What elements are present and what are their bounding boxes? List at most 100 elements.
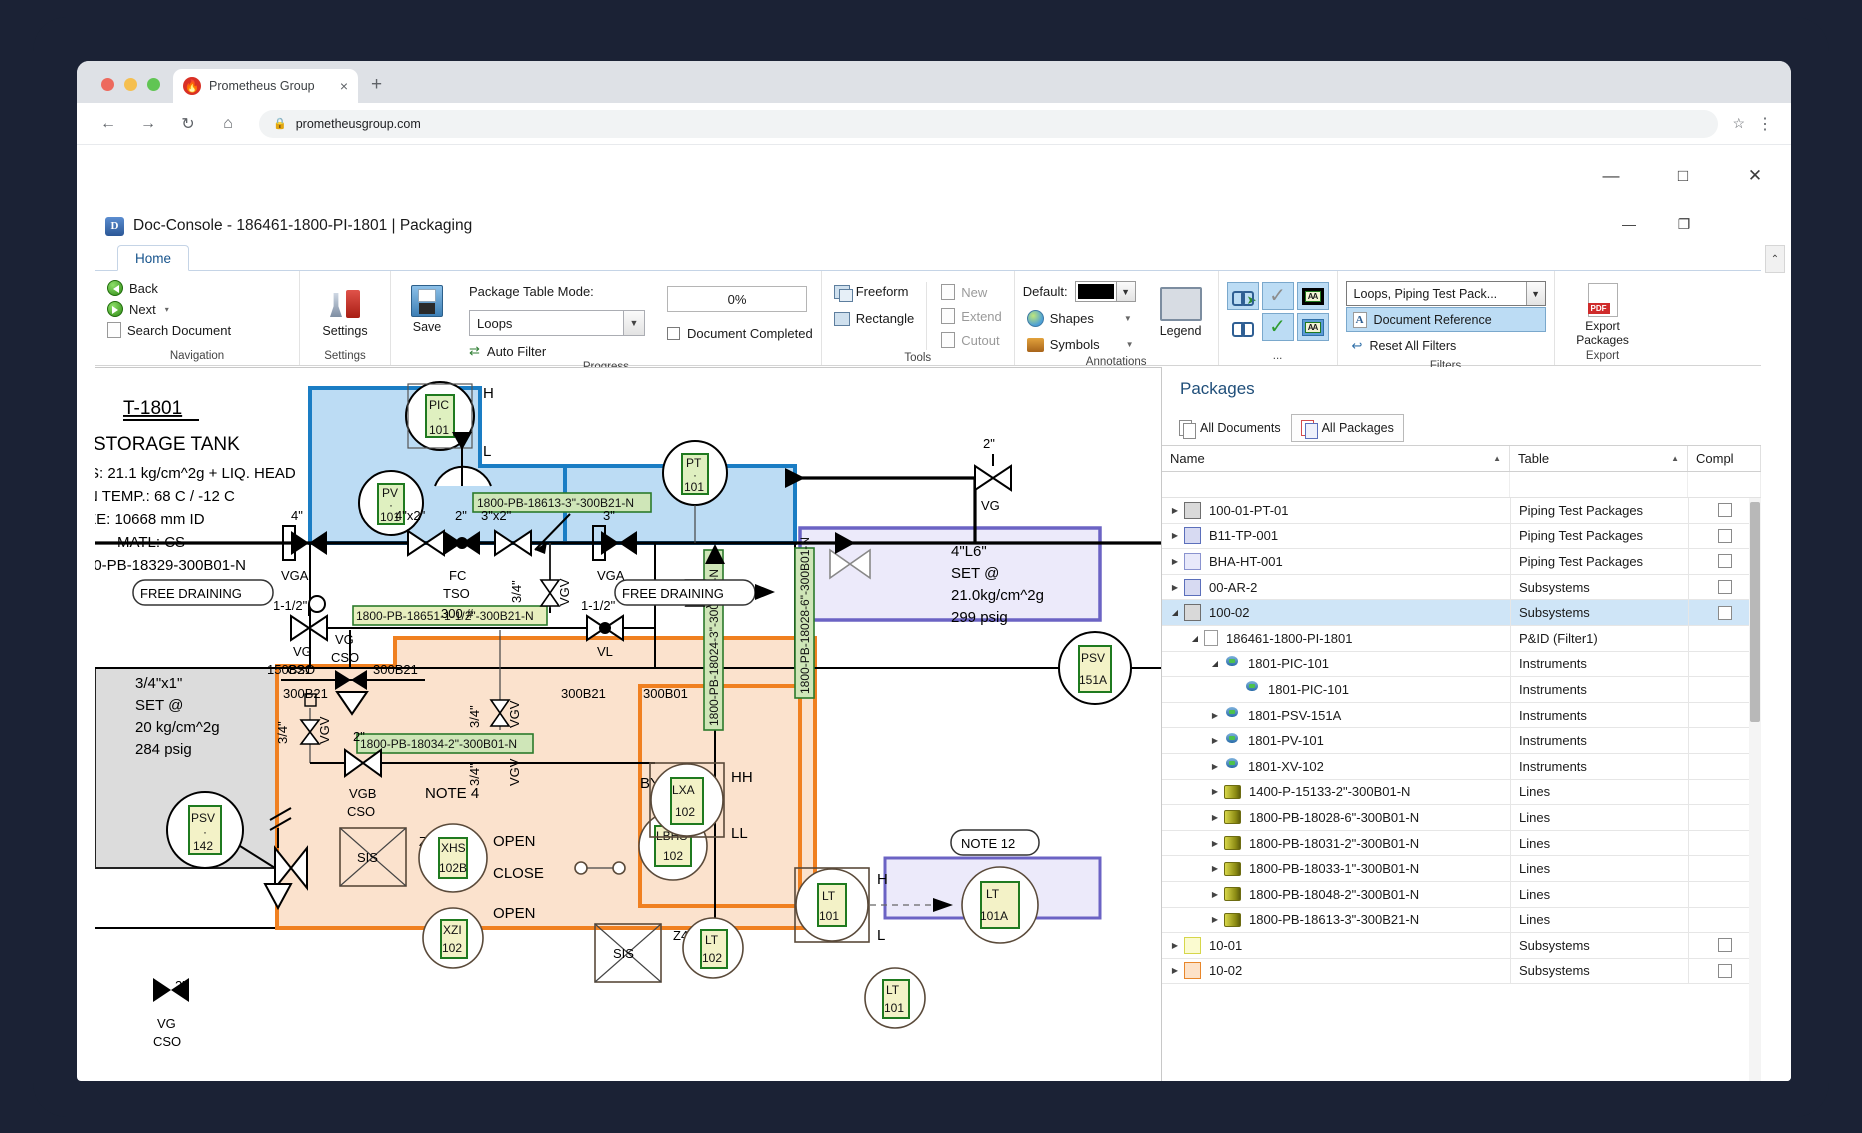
collapse-triangle-icon[interactable]: ◢ <box>1206 659 1224 668</box>
check-green-toggle[interactable]: ✓ <box>1262 313 1294 341</box>
expand-triangle-icon[interactable]: ▶ <box>1206 839 1224 848</box>
pid-drawing-canvas[interactable]: .ln { stroke:#000; fill:none; } .lnT { s… <box>95 367 1161 1081</box>
ribbon-collapse-caret[interactable]: ⌃ <box>1765 245 1785 273</box>
legend-button[interactable]: Legend <box>1152 281 1210 338</box>
home-icon[interactable]: ⌂ <box>213 109 243 139</box>
table-row[interactable]: ▶1801-XV-102Instruments <box>1162 754 1761 780</box>
check-grey-toggle[interactable]: ✓ <box>1262 282 1294 310</box>
scrollbar-thumb[interactable] <box>1750 502 1760 722</box>
expand-triangle-icon[interactable]: ▶ <box>1166 966 1184 975</box>
search-document-command[interactable]: Search Document <box>103 320 235 340</box>
packages-vertical-scrollbar[interactable] <box>1749 498 1761 1081</box>
filter-cell-name[interactable] <box>1162 472 1510 497</box>
ribbon-tab-home[interactable]: Home <box>117 245 189 271</box>
table-row[interactable]: ▶B11-TP-001Piping Test Packages <box>1162 524 1761 550</box>
table-row[interactable]: ▶00-AR-2Subsystems <box>1162 575 1761 601</box>
complete-checkbox[interactable] <box>1718 529 1732 543</box>
expand-triangle-icon[interactable]: ▶ <box>1206 762 1224 771</box>
annotation-blue-toggle[interactable]: AA <box>1297 313 1329 341</box>
chevron-down-icon[interactable]: ▾ <box>165 305 169 314</box>
reload-icon[interactable]: ↻ <box>173 109 203 139</box>
export-packages-button[interactable]: Export Packages <box>1565 280 1641 348</box>
minimize-button[interactable]: — <box>1575 145 1647 207</box>
table-row[interactable]: ▶1800-PB-18613-3"-300B21-NLines <box>1162 908 1761 934</box>
chevron-down-icon[interactable]: ▼ <box>623 311 644 335</box>
expand-triangle-icon[interactable]: ▶ <box>1166 583 1184 592</box>
expand-triangle-icon[interactable]: ▶ <box>1206 864 1224 873</box>
collapse-triangle-icon[interactable]: ◢ <box>1186 634 1204 643</box>
annotation-black-toggle[interactable]: AA <box>1297 282 1329 310</box>
filter-document-reference[interactable]: A Document Reference <box>1346 307 1546 332</box>
save-button[interactable]: Save <box>399 282 455 334</box>
symbols-command[interactable]: Symbols ▼ <box>1023 335 1138 354</box>
expand-triangle-icon[interactable]: ▶ <box>1206 711 1224 720</box>
expand-triangle-icon[interactable]: ▶ <box>1206 890 1224 899</box>
address-bar[interactable]: 🔒 prometheusgroup.com <box>259 110 1718 138</box>
column-header-name[interactable]: Name ▲ <box>1162 446 1510 471</box>
default-color-swatch-button[interactable]: ▼ <box>1075 281 1136 302</box>
all-packages-button[interactable]: All Packages <box>1291 414 1404 442</box>
column-header-complete[interactable]: Compl <box>1688 446 1761 471</box>
auto-filter-button[interactable]: ⇄ Auto Filter <box>469 343 645 359</box>
table-row[interactable]: ▶1800-PB-18031-2"-300B01-NLines <box>1162 831 1761 857</box>
expand-triangle-icon[interactable]: ▶ <box>1166 531 1184 540</box>
table-row[interactable]: ▶1800-PB-18033-1"-300B01-NLines <box>1162 856 1761 882</box>
expand-triangle-icon[interactable]: ▶ <box>1166 941 1184 950</box>
shapes-command[interactable]: Shapes ▼ <box>1023 308 1138 329</box>
close-button[interactable]: ✕ <box>1719 145 1791 207</box>
filters-select[interactable]: Loops, Piping Test Pack... ▼ <box>1346 281 1546 306</box>
table-row[interactable]: ▶1801-PV-101Instruments <box>1162 728 1761 754</box>
table-row[interactable]: ▶1800-PB-18048-2"-300B01-NLines <box>1162 882 1761 908</box>
expand-triangle-icon[interactable]: ▶ <box>1206 787 1224 796</box>
collapse-triangle-icon[interactable]: ◢ <box>1166 608 1184 617</box>
settings-button[interactable]: Settings <box>314 284 376 338</box>
table-row[interactable]: ▶1400-P-15133-2"-300B01-NLines <box>1162 780 1761 806</box>
forward-icon[interactable]: → <box>133 109 163 139</box>
expand-triangle-icon[interactable]: ▶ <box>1206 915 1224 924</box>
maximize-button[interactable]: □ <box>1647 145 1719 207</box>
filter-cell-table[interactable] <box>1510 472 1688 497</box>
browser-tab[interactable]: 🔥 Prometheus Group × <box>173 69 358 103</box>
column-header-table[interactable]: Table ▲ <box>1510 446 1688 471</box>
expand-triangle-icon[interactable]: ▶ <box>1166 506 1184 515</box>
table-row[interactable]: 1801-PIC-101Instruments <box>1162 677 1761 703</box>
table-row[interactable]: ▶1800-PB-18028-6"-300B01-NLines <box>1162 805 1761 831</box>
link-go-toggle[interactable]: ➤ <box>1227 282 1259 310</box>
back-icon[interactable]: ← <box>93 109 123 139</box>
back-command[interactable]: Back <box>103 278 162 298</box>
chevron-down-icon[interactable]: ▼ <box>1126 340 1134 349</box>
package-table-mode-select[interactable]: Loops ▼ <box>469 310 645 336</box>
bookmark-star-icon[interactable]: ☆ <box>1732 115 1745 132</box>
table-row[interactable]: ◢1801-PIC-101Instruments <box>1162 652 1761 678</box>
browser-menu-icon[interactable]: ⋮ <box>1757 114 1773 134</box>
chevron-down-icon[interactable]: ▼ <box>1116 282 1135 301</box>
table-row[interactable]: ▶100-01-PT-01Piping Test Packages <box>1162 498 1761 524</box>
freeform-tool[interactable]: Freeform <box>830 282 919 301</box>
table-row[interactable]: ◢186461-1800-PI-1801P&ID (Filter1) <box>1162 626 1761 652</box>
table-row[interactable]: ▶10-02Subsystems <box>1162 959 1761 985</box>
link-toggle[interactable] <box>1227 313 1259 341</box>
filter-reset-all[interactable]: ↩ Reset All Filters <box>1346 333 1546 358</box>
table-row[interactable]: ▶BHA-HT-001Piping Test Packages <box>1162 549 1761 575</box>
complete-checkbox[interactable] <box>1718 580 1732 594</box>
close-icon[interactable]: × <box>340 78 348 94</box>
filter-cell-complete[interactable] <box>1688 472 1761 497</box>
chevron-down-icon[interactable]: ▼ <box>1526 282 1545 305</box>
complete-checkbox[interactable] <box>1718 606 1732 620</box>
app-restore-button[interactable]: ❐ <box>1662 209 1706 239</box>
expand-triangle-icon[interactable]: ▶ <box>1206 813 1224 822</box>
table-row[interactable]: ◢100-02Subsystems <box>1162 600 1761 626</box>
window-close-dot[interactable] <box>101 78 114 91</box>
expand-triangle-icon[interactable]: ▶ <box>1166 557 1184 566</box>
complete-checkbox[interactable] <box>1718 964 1732 978</box>
table-row[interactable]: ▶10-01Subsystems <box>1162 933 1761 959</box>
document-completed-checkbox[interactable]: Document Completed <box>667 326 813 341</box>
new-tab-button[interactable]: + <box>371 75 382 94</box>
next-command[interactable]: Next ▾ <box>103 299 173 319</box>
packages-grid-body[interactable]: ▶100-01-PT-01Piping Test Packages▶B11-TP… <box>1162 498 1761 1081</box>
complete-checkbox[interactable] <box>1718 503 1732 517</box>
checkbox-icon[interactable] <box>667 327 680 340</box>
complete-checkbox[interactable] <box>1718 938 1732 952</box>
table-row[interactable]: ▶1801-PSV-151AInstruments <box>1162 703 1761 729</box>
complete-checkbox[interactable] <box>1718 554 1732 568</box>
